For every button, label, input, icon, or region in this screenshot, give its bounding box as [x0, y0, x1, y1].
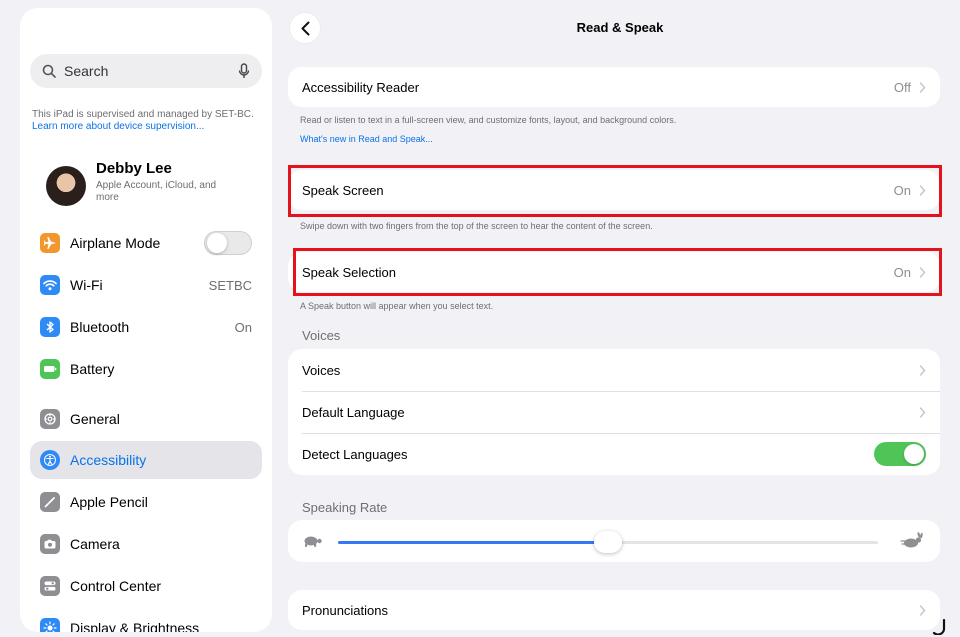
speak-screen-footnote: Swipe down with two fingers from the top… — [300, 221, 653, 231]
voices-card: Voices Default Language Detect Languages — [288, 349, 940, 475]
speaking-rate-header: Speaking Rate — [302, 500, 388, 515]
speak-selection-row[interactable]: Speak Selection On — [288, 252, 940, 292]
chevron-left-icon — [301, 21, 309, 35]
toggle-knob — [904, 444, 924, 464]
toggle-knob — [207, 233, 227, 253]
chevron-right-icon — [919, 81, 926, 93]
sidebar: Search This iPad is supervised and manag… — [20, 8, 272, 632]
sidebar-item-label: Display & Brightness — [70, 620, 200, 632]
airplane-icon — [40, 233, 60, 253]
sidebar-item-label: Apple Pencil — [70, 494, 148, 510]
avatar — [46, 166, 86, 206]
sidebar-item-label: Bluetooth — [70, 319, 130, 335]
page-title: Read & Speak — [576, 20, 664, 35]
sidebar-item-general[interactable]: General — [30, 400, 262, 438]
search-input[interactable]: Search — [64, 63, 238, 79]
whats-new-link[interactable]: What's new in Read and Speak... — [300, 134, 433, 144]
sidebar-item-apple-pencil[interactable]: Apple Pencil — [30, 483, 262, 521]
turtle-icon[interactable] — [302, 533, 324, 549]
chevron-right-icon — [919, 266, 926, 278]
speak-selection-footnote: A Speak button will appear when you sele… — [300, 301, 494, 311]
bluetooth-icon — [40, 317, 60, 337]
microphone-icon[interactable] — [238, 63, 250, 79]
camera-icon — [40, 534, 60, 554]
speaking-rate-slider[interactable] — [338, 531, 878, 553]
accessibility-icon — [40, 450, 60, 470]
sidebar-item-camera[interactable]: Camera — [30, 525, 262, 563]
profile-name: Debby Lee — [96, 160, 172, 177]
accessibility-reader-label: Accessibility Reader — [302, 79, 420, 95]
learn-more-link[interactable]: Learn more about device supervision... — [32, 121, 204, 132]
pronunciations-card: Pronunciations — [288, 590, 940, 630]
wifi-network-value: SETBC — [208, 277, 252, 293]
search-field[interactable]: Search — [30, 54, 262, 88]
sidebar-item-battery[interactable]: Battery — [30, 350, 262, 388]
chevron-right-icon — [919, 184, 926, 196]
slider-knob[interactable] — [594, 531, 622, 553]
sidebar-item-control-center[interactable]: Control Center — [30, 567, 262, 605]
battery-icon — [40, 359, 60, 379]
back-button[interactable] — [290, 13, 320, 43]
pencil-icon — [40, 492, 60, 512]
voices-section-header: Voices — [302, 328, 341, 343]
profile-card[interactable]: Debby Lee Apple Account, iCloud, and mor… — [46, 160, 266, 212]
sidebar-item-accessibility[interactable]: Accessibility — [30, 441, 262, 479]
voices-label: Voices — [302, 362, 341, 378]
pronunciations-label: Pronunciations — [302, 602, 388, 618]
chevron-right-icon — [919, 604, 926, 616]
control-center-icon — [40, 576, 60, 596]
accessibility-reader-footnote: Read or listen to text in a full-screen … — [300, 115, 677, 125]
settings-app: Search This iPad is supervised and manag… — [0, 0, 960, 637]
speak-selection-card: Speak Selection On — [288, 252, 940, 292]
bluetooth-value: On — [234, 319, 252, 335]
sidebar-item-label: Battery — [70, 361, 115, 377]
sun-icon — [40, 618, 60, 632]
accessibility-reader-value: Off — [893, 79, 911, 95]
voices-row[interactable]: Voices — [288, 349, 940, 391]
speak-screen-value: On — [893, 182, 911, 198]
detect-languages-row: Detect Languages — [288, 433, 940, 475]
default-language-row[interactable]: Default Language — [288, 391, 940, 433]
speak-screen-label: Speak Screen — [302, 182, 384, 198]
speak-selection-value: On — [893, 264, 911, 280]
sidebar-item-label: Airplane Mode — [70, 235, 161, 251]
slider-fill — [338, 541, 608, 544]
gear-icon — [40, 409, 60, 429]
sidebar-item-label: General — [70, 411, 120, 427]
sidebar-item-label: Camera — [70, 536, 120, 552]
chevron-right-icon — [919, 406, 926, 418]
airplane-mode-toggle[interactable] — [204, 231, 252, 255]
detect-languages-toggle[interactable] — [874, 442, 926, 466]
rabbit-icon[interactable] — [900, 532, 924, 550]
speak-screen-row[interactable]: Speak Screen On — [288, 170, 940, 210]
sidebar-item-airplane-mode[interactable]: Airplane Mode — [30, 224, 262, 262]
sidebar-item-label: Control Center — [70, 578, 162, 594]
accessibility-reader-card: Accessibility Reader Off — [288, 67, 940, 107]
wifi-icon — [40, 275, 60, 295]
speak-screen-card: Speak Screen On — [288, 170, 940, 210]
sidebar-item-display-brightness[interactable]: Display & Brightness — [30, 609, 262, 632]
corner-indicator-icon — [932, 619, 946, 635]
chevron-right-icon — [919, 364, 926, 376]
supervision-text: This iPad is supervised and managed by S… — [32, 109, 254, 120]
speaking-rate-card — [288, 520, 940, 562]
default-language-label: Default Language — [302, 404, 405, 420]
sidebar-item-wifi[interactable]: Wi-Fi SETBC — [30, 266, 262, 304]
search-icon — [42, 64, 56, 78]
pronunciations-row[interactable]: Pronunciations — [288, 590, 940, 630]
profile-subtitle: Apple Account, iCloud, and more — [96, 180, 217, 203]
supervision-notice: This iPad is supervised and managed by S… — [32, 109, 257, 133]
accessibility-reader-row[interactable]: Accessibility Reader Off — [288, 67, 940, 107]
sidebar-item-label: Wi-Fi — [70, 277, 103, 293]
sidebar-item-bluetooth[interactable]: Bluetooth On — [30, 308, 262, 346]
sidebar-item-label: Accessibility — [70, 452, 147, 468]
detect-languages-label: Detect Languages — [302, 446, 408, 462]
speak-selection-label: Speak Selection — [302, 264, 396, 280]
